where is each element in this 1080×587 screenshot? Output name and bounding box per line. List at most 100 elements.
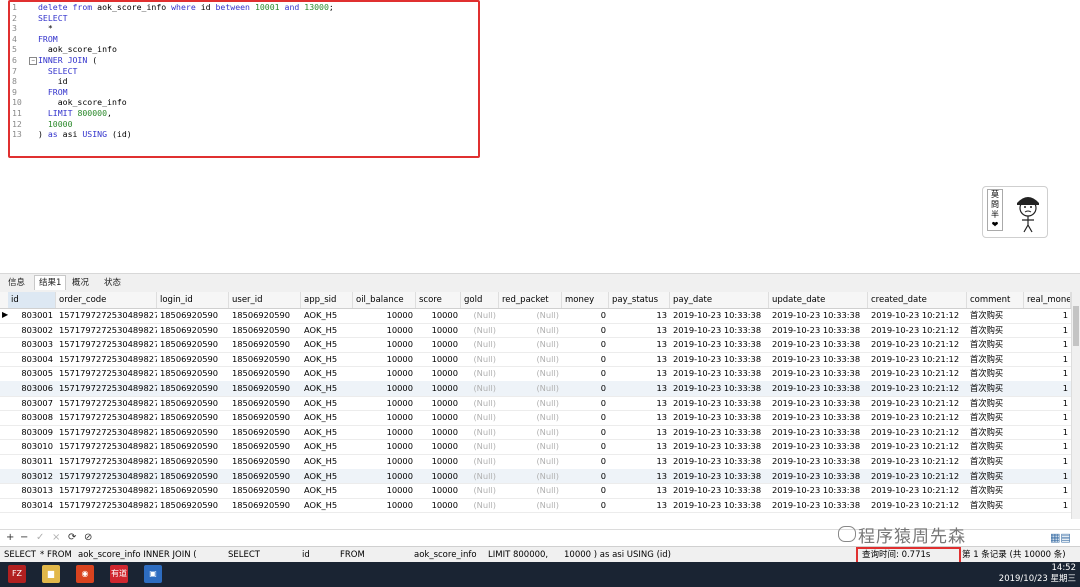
cell-order-code[interactable]: 1571797272530489827 (56, 469, 157, 484)
cell-created-date[interactable]: 2019-10-23 10:21:12 (868, 381, 967, 396)
cell-created-date[interactable]: 2019-10-23 10:21:12 (868, 439, 967, 454)
cell-order-code[interactable]: 1571797272530489827 (56, 454, 157, 469)
cell-oil-balance[interactable]: 10000 (353, 469, 416, 484)
cell-score[interactable]: 10000 (416, 396, 461, 411)
cell-order-code[interactable]: 1571797272530489827 (56, 498, 157, 513)
cell-app-sid[interactable]: AOK_H5 (301, 308, 353, 323)
cell-score[interactable]: 10000 (416, 352, 461, 367)
cell-pay-date[interactable]: 2019-10-23 10:33:38 (670, 352, 769, 367)
cell-update-date[interactable]: 2019-10-23 10:33:38 (769, 352, 868, 367)
table-row[interactable]: 803004 1571797272530489827 18506920590 1850… (0, 352, 1071, 368)
cell-login-id[interactable]: 18506920590 (157, 469, 229, 484)
cell-created-date[interactable]: 2019-10-23 10:21:12 (868, 469, 967, 484)
cell-red-packet[interactable]: (Null) (499, 439, 562, 454)
cell-order-code[interactable]: 1571797272530489827 (56, 366, 157, 381)
cell-id[interactable]: 803009 (8, 425, 56, 440)
cell-login-id[interactable]: 18506920590 (157, 352, 229, 367)
cell-comment[interactable]: 首次购买 (967, 454, 1024, 469)
grid-view-toggle[interactable]: ▦▤ (1050, 531, 1071, 544)
cell-login-id[interactable]: 18506920590 (157, 410, 229, 425)
cell-comment[interactable]: 首次购买 (967, 352, 1024, 367)
column-header-gold[interactable]: gold (461, 292, 499, 308)
cell-real-money[interactable]: 1 (1024, 425, 1071, 440)
cell-user-id[interactable]: 18506920590 (229, 381, 301, 396)
column-header-created-date[interactable]: created_date (868, 292, 967, 308)
cell-created-date[interactable]: 2019-10-23 10:21:12 (868, 366, 967, 381)
cell-app-sid[interactable]: AOK_H5 (301, 381, 353, 396)
cell-red-packet[interactable]: (Null) (499, 410, 562, 425)
column-header-real-money[interactable]: real_money (1024, 292, 1071, 308)
cell-red-packet[interactable]: (Null) (499, 337, 562, 352)
cell-pay-status[interactable]: 13 (609, 337, 670, 352)
cell-comment[interactable]: 首次购买 (967, 410, 1024, 425)
cell-user-id[interactable]: 18506920590 (229, 454, 301, 469)
cell-oil-balance[interactable]: 10000 (353, 396, 416, 411)
cell-money[interactable]: 0 (562, 366, 609, 381)
cell-real-money[interactable]: 1 (1024, 410, 1071, 425)
cell-score[interactable]: 10000 (416, 439, 461, 454)
cell-created-date[interactable]: 2019-10-23 10:21:12 (868, 323, 967, 338)
form-view-icon[interactable]: ▤ (1060, 531, 1070, 544)
taskbar-browser-icon[interactable]: ◉ (76, 565, 94, 583)
cell-comment[interactable]: 首次购买 (967, 337, 1024, 352)
cell-update-date[interactable]: 2019-10-23 10:33:38 (769, 381, 868, 396)
cell-oil-balance[interactable]: 10000 (353, 439, 416, 454)
tab-result1[interactable]: 结果1 (34, 275, 67, 290)
apply-changes-button[interactable]: ✓ (36, 532, 44, 544)
column-header-update-date[interactable]: update_date (769, 292, 868, 308)
cell-comment[interactable]: 首次购买 (967, 483, 1024, 498)
table-row[interactable]: 803007 1571797272530489827 18506920590 1850… (0, 396, 1071, 412)
cell-oil-balance[interactable]: 10000 (353, 454, 416, 469)
cell-money[interactable]: 0 (562, 498, 609, 513)
cell-pay-date[interactable]: 2019-10-23 10:33:38 (670, 425, 769, 440)
cell-money[interactable]: 0 (562, 337, 609, 352)
cell-real-money[interactable]: 1 (1024, 483, 1071, 498)
cell-pay-status[interactable]: 13 (609, 483, 670, 498)
stop-button[interactable]: ⊘ (84, 532, 92, 544)
tab-status[interactable]: 状态 (100, 276, 125, 290)
fold-toggle-icon[interactable]: − (29, 57, 37, 65)
cell-real-money[interactable]: 1 (1024, 454, 1071, 469)
cell-order-code[interactable]: 1571797272530489827 (56, 308, 157, 323)
cell-red-packet[interactable]: (Null) (499, 396, 562, 411)
cell-score[interactable]: 10000 (416, 366, 461, 381)
scrollbar-thumb[interactable] (1073, 306, 1079, 346)
cell-app-sid[interactable]: AOK_H5 (301, 410, 353, 425)
taskbar-explorer-icon[interactable]: ▆ (42, 565, 60, 583)
cell-id[interactable]: 803002 (8, 323, 56, 338)
cell-login-id[interactable]: 18506920590 (157, 425, 229, 440)
tab-profile[interactable]: 概况 (68, 276, 93, 290)
cell-gold[interactable]: (Null) (461, 308, 499, 323)
cell-login-id[interactable]: 18506920590 (157, 439, 229, 454)
cell-created-date[interactable]: 2019-10-23 10:21:12 (868, 425, 967, 440)
table-row[interactable]: 803003 1571797272530489827 18506920590 1850… (0, 337, 1071, 353)
cell-score[interactable]: 10000 (416, 381, 461, 396)
cell-money[interactable]: 0 (562, 439, 609, 454)
cell-login-id[interactable]: 18506920590 (157, 323, 229, 338)
cell-created-date[interactable]: 2019-10-23 10:21:12 (868, 308, 967, 323)
cell-pay-date[interactable]: 2019-10-23 10:33:38 (670, 396, 769, 411)
cell-money[interactable]: 0 (562, 483, 609, 498)
table-row[interactable]: 803005 1571797272530489827 18506920590 1850… (0, 366, 1071, 382)
cell-red-packet[interactable]: (Null) (499, 366, 562, 381)
cell-update-date[interactable]: 2019-10-23 10:33:38 (769, 439, 868, 454)
cell-red-packet[interactable]: (Null) (499, 425, 562, 440)
cell-pay-date[interactable]: 2019-10-23 10:33:38 (670, 381, 769, 396)
cell-id[interactable]: 803003 (8, 337, 56, 352)
cell-update-date[interactable]: 2019-10-23 10:33:38 (769, 498, 868, 513)
cell-created-date[interactable]: 2019-10-23 10:21:12 (868, 498, 967, 513)
cell-gold[interactable]: (Null) (461, 483, 499, 498)
cell-gold[interactable]: (Null) (461, 381, 499, 396)
cell-comment[interactable]: 首次购买 (967, 425, 1024, 440)
cell-pay-date[interactable]: 2019-10-23 10:33:38 (670, 469, 769, 484)
table-row[interactable]: 803014 1571797272530489827 18506920590 1850… (0, 498, 1071, 514)
cell-id[interactable]: 803008 (8, 410, 56, 425)
cell-user-id[interactable]: 18506920590 (229, 498, 301, 513)
cell-user-id[interactable]: 18506920590 (229, 410, 301, 425)
cell-comment[interactable]: 首次购买 (967, 323, 1024, 338)
grid-view-icon[interactable]: ▦ (1050, 531, 1060, 544)
cell-app-sid[interactable]: AOK_H5 (301, 483, 353, 498)
cell-login-id[interactable]: 18506920590 (157, 366, 229, 381)
cell-gold[interactable]: (Null) (461, 396, 499, 411)
cell-pay-status[interactable]: 13 (609, 454, 670, 469)
